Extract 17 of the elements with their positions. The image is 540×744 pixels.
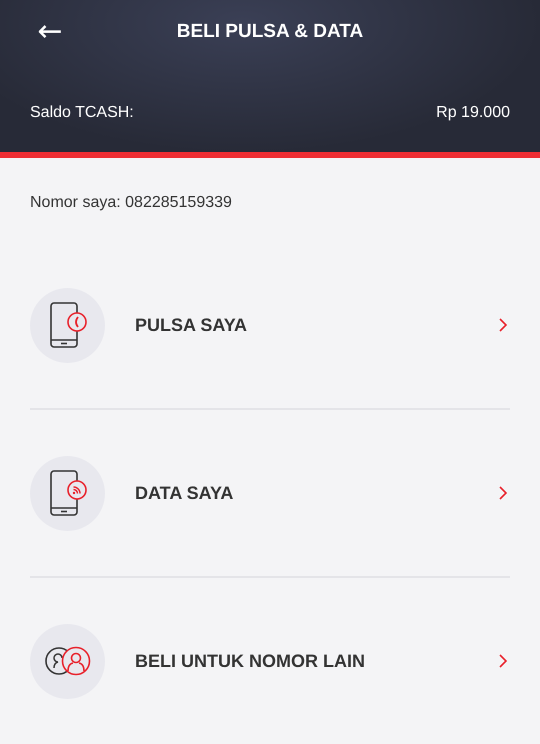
phone-signal-icon <box>48 470 88 516</box>
balance-label: Saldo TCASH: <box>30 104 134 122</box>
menu-item[interactable]: PULSA SAYA <box>30 242 510 410</box>
balance-value: Rp 19.000 <box>436 104 510 122</box>
menu-label: PULSA SAYA <box>135 314 248 336</box>
my-number: Nomor saya: 082285159339 <box>29 193 233 212</box>
back-button[interactable]: ← <box>30 17 70 47</box>
chevron-right-icon <box>498 485 508 501</box>
menu-label: DATA SAYA <box>135 482 234 504</box>
page-title: BELI PULSA & DATA <box>176 21 364 43</box>
menu-label: BELI UNTUK NOMOR LAIN <box>135 650 366 672</box>
menu-item[interactable]: DATA SAYA <box>30 410 510 578</box>
menu-item[interactable]: BELI UNTUK NOMOR LAIN <box>30 578 510 744</box>
chevron-right-icon <box>498 317 508 333</box>
chevron-right-icon <box>498 653 508 669</box>
users-icon <box>44 646 92 676</box>
phone-call-icon <box>48 302 88 348</box>
